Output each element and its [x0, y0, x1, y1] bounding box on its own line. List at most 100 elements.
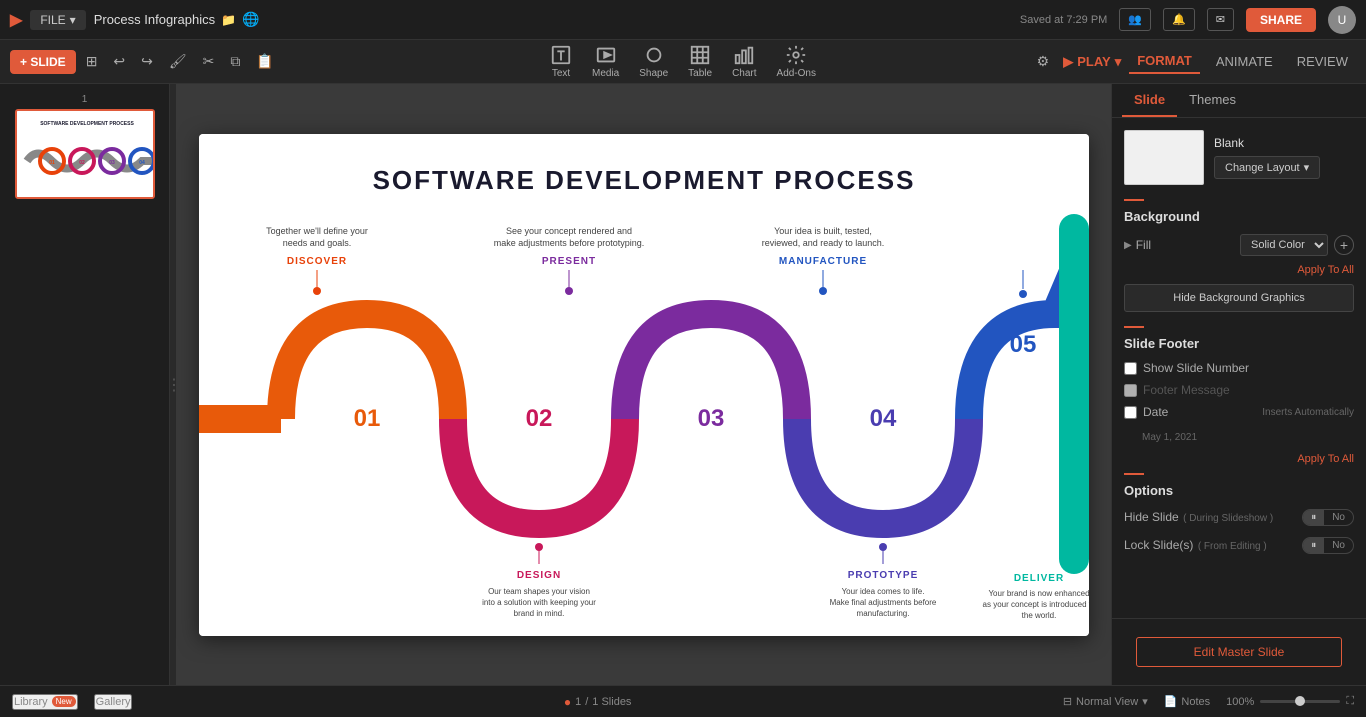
panel-tabs: Slide Themes	[1112, 84, 1366, 118]
lock-toggle-no[interactable]: No	[1324, 538, 1353, 553]
tab-animate[interactable]: ANIMATE	[1208, 50, 1281, 73]
hide-slide-label-container: Hide Slide ( During Slideshow )	[1124, 508, 1302, 526]
play-button[interactable]: ▶ PLAY ▾	[1063, 54, 1121, 70]
slide-thumbnail-container: 1 SOFTWARE DEVELOPMENT PROCESS 01 02 03 …	[8, 94, 161, 199]
svg-text:reviewed, and ready to launch.: reviewed, and ready to launch.	[761, 238, 884, 248]
triangle-icon: ▶	[1124, 240, 1132, 251]
paint-format-button[interactable]: 🖌	[163, 49, 193, 74]
share-button[interactable]: SHARE	[1246, 8, 1316, 32]
library-button[interactable]: Library New	[12, 694, 78, 710]
layout-row: Blank Change Layout ▾	[1124, 130, 1354, 185]
date-checkbox-input[interactable]	[1124, 406, 1137, 419]
show-slide-number-checkbox[interactable]: Show Slide Number	[1124, 361, 1354, 375]
chart-tool[interactable]: Chart	[732, 44, 756, 79]
svg-text:DELIVER: DELIVER	[1013, 573, 1063, 584]
toolbar-tools: Text Media Shape Table Chart Add-Ons	[550, 44, 816, 79]
notification-button[interactable]: 🔔	[1163, 8, 1195, 31]
fill-select[interactable]: Solid Color	[1240, 234, 1328, 256]
tab-review[interactable]: REVIEW	[1289, 50, 1356, 73]
toolbar-left: + SLIDE ⊞ ↩ ↪ 🖌 ✂ ⧉ 📋	[10, 49, 280, 74]
background-apply-all[interactable]: Apply To All	[1124, 264, 1354, 276]
undo-button[interactable]: ↩	[107, 49, 131, 74]
text-tool[interactable]: Text	[550, 44, 572, 79]
change-layout-button[interactable]: Change Layout ▾	[1214, 156, 1320, 179]
paste-button[interactable]: 📋	[250, 49, 279, 74]
svg-text:05: 05	[1009, 331, 1036, 358]
view-mode[interactable]: ⊟ Normal View ▾	[1063, 695, 1148, 708]
shape-tool[interactable]: Shape	[639, 44, 668, 79]
media-tool[interactable]: Media	[592, 44, 619, 79]
bottom-bar: Library New Gallery ● 1 / 1 Slides ⊟ Nor…	[0, 685, 1366, 717]
tab-themes[interactable]: Themes	[1177, 84, 1248, 117]
collaborate-button[interactable]: 👥	[1119, 8, 1151, 31]
background-title: Background	[1124, 209, 1354, 224]
layout-preview	[1124, 130, 1204, 185]
hide-slide-option: Hide Slide ( During Slideshow ) ⏸ No	[1124, 508, 1354, 526]
toggle-no[interactable]: No	[1324, 510, 1353, 525]
options-title: Options	[1124, 483, 1354, 498]
user-avatar[interactable]: U	[1328, 6, 1356, 34]
notes-button[interactable]: 📄 Notes	[1164, 695, 1210, 708]
hide-background-button[interactable]: Hide Background Graphics	[1124, 284, 1354, 312]
settings-button[interactable]: ⚙	[1031, 49, 1056, 74]
redo-button[interactable]: ↪	[135, 49, 159, 74]
svg-text:make adjustments before protot: make adjustments before prototyping.	[493, 238, 644, 248]
table-tool[interactable]: Table	[688, 44, 712, 79]
layout-info: Blank Change Layout ▾	[1214, 136, 1320, 179]
right-panel: Slide Themes Blank Change Layout ▾	[1111, 84, 1366, 685]
copy-button[interactable]: ⧉	[224, 49, 246, 74]
lock-toggle-pause[interactable]: ⏸	[1303, 538, 1324, 553]
globe-icon: 🌐	[242, 11, 259, 28]
lock-slides-sub: ( From Editing )	[1198, 541, 1267, 552]
footer-message-checkbox[interactable]: Footer Message	[1124, 383, 1354, 397]
svg-text:02: 02	[525, 405, 552, 432]
footer-title: Slide Footer	[1124, 336, 1354, 351]
cut-button[interactable]: ✂	[197, 49, 221, 74]
slide-canvas[interactable]: SOFTWARE DEVELOPMENT PROCESS Together we…	[199, 134, 1089, 636]
date-checkbox[interactable]: Date Inserts Automatically	[1124, 405, 1354, 419]
edit-master-container: Edit Master Slide	[1112, 618, 1366, 685]
svg-text:the world.: the world.	[1021, 611, 1056, 620]
date-value: May 1, 2021	[1142, 432, 1197, 443]
svg-text:manufacturing.: manufacturing.	[856, 609, 909, 618]
hide-slide-toggle[interactable]: ⏸ No	[1302, 509, 1354, 526]
svg-text:Your idea is built, tested,: Your idea is built, tested,	[774, 226, 872, 236]
svg-text:needs and goals.: needs and goals.	[282, 238, 351, 248]
document-title: Process Infographics 📁 🌐	[94, 11, 260, 28]
show-slide-number-input[interactable]	[1124, 362, 1137, 375]
tab-slide[interactable]: Slide	[1122, 84, 1177, 117]
slide-thumbnail[interactable]: SOFTWARE DEVELOPMENT PROCESS 01 02 03 04	[15, 109, 155, 199]
svg-text:01: 01	[353, 405, 380, 432]
svg-text:into a solution with keeping y: into a solution with keeping your	[482, 598, 596, 607]
zoom-level: 100%	[1226, 696, 1254, 708]
slide-number-label: 1	[82, 94, 88, 105]
add-slide-button[interactable]: + SLIDE	[10, 50, 76, 74]
grid-view-button[interactable]: ⊞	[80, 49, 104, 74]
addons-tool[interactable]: Add-Ons	[777, 44, 816, 79]
tab-format[interactable]: FORMAT	[1129, 49, 1200, 74]
zoom-track[interactable]	[1260, 700, 1340, 703]
folder-icon: 📁	[221, 13, 236, 27]
zoom-thumb[interactable]	[1295, 696, 1305, 706]
toggle-pause[interactable]: ⏸	[1303, 510, 1324, 525]
svg-text:PRESENT: PRESENT	[541, 256, 595, 267]
comment-button[interactable]: ✉	[1207, 8, 1234, 31]
date-auto-text: Inserts Automatically	[1262, 407, 1354, 418]
svg-text:SOFTWARE DEVELOPMENT PROCESS: SOFTWARE DEVELOPMENT PROCESS	[372, 165, 915, 195]
footer-message-input[interactable]	[1124, 384, 1137, 397]
svg-text:04: 04	[139, 160, 145, 166]
zoom-slider[interactable]: 100% ⛶	[1226, 695, 1354, 708]
fill-add-button[interactable]: +	[1334, 235, 1354, 255]
edit-master-button[interactable]: Edit Master Slide	[1136, 637, 1342, 667]
fill-row: ▶ Fill Solid Color +	[1124, 234, 1354, 256]
footer-apply-all[interactable]: Apply To All	[1124, 453, 1354, 465]
gallery-button[interactable]: Gallery	[94, 694, 133, 710]
svg-text:04: 04	[869, 405, 896, 432]
svg-text:PROTOTYPE: PROTOTYPE	[847, 570, 918, 581]
lock-slides-toggle[interactable]: ⏸ No	[1302, 537, 1354, 554]
saved-status: Saved at 7:29 PM	[1020, 14, 1107, 26]
file-menu-button[interactable]: FILE ▾	[30, 10, 85, 30]
svg-text:See your concept rendered and: See your concept rendered and	[505, 226, 631, 236]
svg-text:DESIGN: DESIGN	[516, 570, 560, 581]
hide-slide-label: Hide Slide	[1124, 510, 1179, 524]
